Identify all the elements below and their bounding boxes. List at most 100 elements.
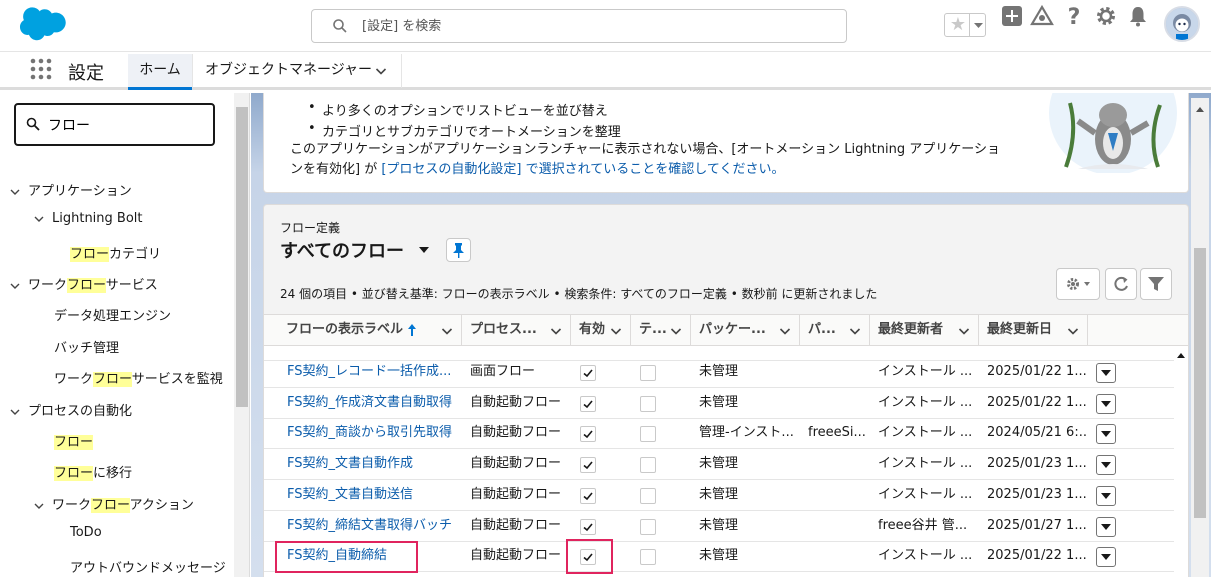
row-actions-button[interactable] [1096, 547, 1116, 568]
row-actions-button[interactable] [1096, 455, 1116, 476]
package-state-cell: 未管理 [699, 517, 739, 533]
pin-list-view-button[interactable] [446, 238, 471, 262]
quick-find-input[interactable] [48, 115, 198, 135]
column-header-last-modified-date[interactable]: 最終更新日 [979, 315, 1088, 345]
flow-label-link[interactable]: FS契約_商談から取引先取得 [287, 418, 457, 449]
favorites-dropdown-button[interactable] [969, 14, 986, 36]
active-checkbox [580, 457, 596, 474]
table-row: FS契約_締結文書取得バッチ 自動起動フロー 未管理 freee谷井 管... 2025… [264, 511, 1174, 542]
sidebar-tree-item[interactable]: ワークフローアクション [34, 494, 194, 513]
app-launcher-waffle-icon[interactable] [30, 58, 52, 80]
column-header-package-state[interactable]: パッケー... [691, 315, 800, 345]
refresh-button[interactable] [1105, 268, 1137, 300]
table-scrollbar[interactable] [1174, 346, 1188, 577]
flow-label-link[interactable]: FS契約_作成済文書自動取得 [287, 388, 457, 419]
tab-home[interactable]: ホーム [128, 54, 192, 90]
page-scrollbar[interactable] [1191, 98, 1209, 577]
list-settings-button[interactable] [1056, 268, 1100, 300]
column-header-process-type[interactable]: プロセス... [462, 315, 571, 345]
codey-mascot-illustration [1049, 93, 1177, 173]
flow-label-link[interactable]: FS契約_文書自動作成 [287, 449, 457, 480]
chevron-down-icon[interactable] [10, 187, 20, 197]
chevron-down-icon[interactable] [375, 65, 387, 77]
intro-description-line: このアプリケーションがアプリケーションランチャーに表示されない場合、[オートメー… [290, 142, 1000, 157]
chevron-down-icon[interactable] [441, 325, 453, 337]
favorites-star-icon[interactable]: ★ [947, 15, 969, 35]
chevron-down-icon[interactable] [610, 325, 622, 337]
chevron-down-icon[interactable] [958, 325, 970, 337]
sidebar-tree-item[interactable]: プロセスの自動化 [10, 400, 132, 419]
help-icon[interactable]: ? [1062, 4, 1086, 28]
sidebar-tree-item[interactable]: ワークフローサービスを監視 [54, 368, 223, 387]
highlight-box-active-checkbox [566, 539, 613, 574]
setup-gear-icon[interactable] [1094, 4, 1118, 28]
table-row: FS契約_作成済文書自動取得 自動起動フロー 未管理 インストール ... 2025/0… [264, 388, 1174, 419]
page-scrollbar-thumb[interactable] [1194, 248, 1206, 518]
sidebar-tree-item[interactable]: Lightning Bolt [34, 211, 143, 226]
flow-label-link[interactable]: FS契約_文書自動送信 [287, 480, 457, 511]
chevron-down-icon[interactable] [34, 501, 44, 511]
table-row: FS契約_商談から取引先取得 自動起動フロー 管理-インスト... freeeSi..… [264, 418, 1174, 450]
chevron-down-icon[interactable] [779, 325, 791, 337]
user-avatar[interactable] [1164, 6, 1200, 42]
row-actions-button[interactable] [1096, 363, 1116, 383]
global-search-box[interactable] [311, 9, 847, 43]
chevron-down-icon[interactable] [10, 281, 20, 291]
flow-label-link[interactable]: FS契約_締結文書取得バッチ [287, 511, 457, 542]
checkmark-icon [583, 522, 593, 531]
intro-bullet: より多くのオプションでリストビューを並び替え [308, 100, 608, 119]
chevron-down-icon[interactable] [10, 407, 20, 417]
column-header-package-name[interactable]: パ... [800, 315, 870, 345]
chevron-down-icon[interactable] [34, 214, 44, 224]
list-view-title[interactable]: すべてのフロー [280, 237, 404, 263]
sidebar-tree-item-text: アクション [129, 498, 194, 513]
app-name: 設定 [68, 63, 104, 84]
sidebar-tree-item-text: に移行 [93, 466, 133, 481]
row-actions-button[interactable] [1096, 516, 1116, 537]
flow-label-link[interactable]: FS契約_レコード一括作成... [287, 357, 457, 388]
tab-object-manager[interactable]: オブジェクトマネージャー [192, 54, 402, 88]
column-header-active[interactable]: 有効 [571, 315, 631, 345]
column-header-last-modified-by[interactable]: 最終更新者 [870, 315, 979, 345]
row-actions-button[interactable] [1096, 424, 1116, 445]
row-actions-button[interactable] [1096, 485, 1116, 506]
caret-down-icon [1101, 523, 1111, 530]
column-header-template[interactable]: テ... [631, 315, 691, 345]
template-checkbox [640, 487, 656, 504]
list-view-picker-icon[interactable] [419, 246, 429, 254]
sidebar-scrollbar-thumb[interactable] [236, 107, 248, 407]
sidebar-tree-item[interactable]: データ処理エンジン [54, 305, 171, 324]
sidebar-tree-item-text: Lightning Bolt [52, 211, 143, 226]
scroll-up-arrow-icon[interactable] [1177, 352, 1185, 360]
scroll-up-arrow-icon[interactable] [1196, 106, 1204, 114]
sidebar-tree-item[interactable]: バッチ管理 [54, 337, 119, 356]
sidebar-tree-item[interactable]: フロー [54, 431, 94, 450]
filter-button[interactable] [1140, 268, 1172, 300]
package-name-cell [808, 511, 868, 542]
salesforce-logo[interactable] [16, 6, 74, 46]
chevron-down-icon[interactable] [849, 325, 861, 337]
process-automation-settings-link[interactable]: [プロセスの自動化設定] で選択されていることを確認してください。 [381, 162, 784, 177]
sidebar-tree-item[interactable]: ワークフローサービス [10, 274, 158, 293]
sidebar-tree-item[interactable]: フローカテゴリ [70, 243, 161, 262]
sidebar-scrollbar[interactable] [234, 93, 249, 577]
template-checkbox [640, 518, 656, 535]
trailhead-guidance-icon[interactable] [1030, 4, 1054, 28]
global-search-input[interactable] [362, 16, 832, 36]
active-checkbox [580, 395, 596, 412]
chevron-down-icon[interactable] [1067, 325, 1079, 337]
global-actions-add-icon[interactable] [1000, 4, 1024, 28]
chevron-down-icon[interactable] [670, 325, 682, 337]
notifications-bell-icon[interactable] [1126, 4, 1150, 28]
template-checkbox [640, 395, 656, 412]
chevron-down-icon[interactable] [550, 325, 562, 337]
quick-find-box[interactable] [14, 103, 215, 146]
column-header-flow-label[interactable]: フローの表示ラベル [264, 315, 462, 345]
caret-down-icon [1101, 492, 1111, 499]
template-checkbox [640, 549, 656, 566]
sidebar-tree-item[interactable]: フローに移行 [54, 462, 132, 481]
sidebar-tree-item[interactable]: アプリケーション [10, 180, 132, 199]
sidebar-tree-item[interactable]: アウトバウンドメッセージ [70, 557, 226, 576]
row-actions-button[interactable] [1096, 393, 1116, 414]
sidebar-tree-item[interactable]: ToDo [70, 525, 102, 540]
